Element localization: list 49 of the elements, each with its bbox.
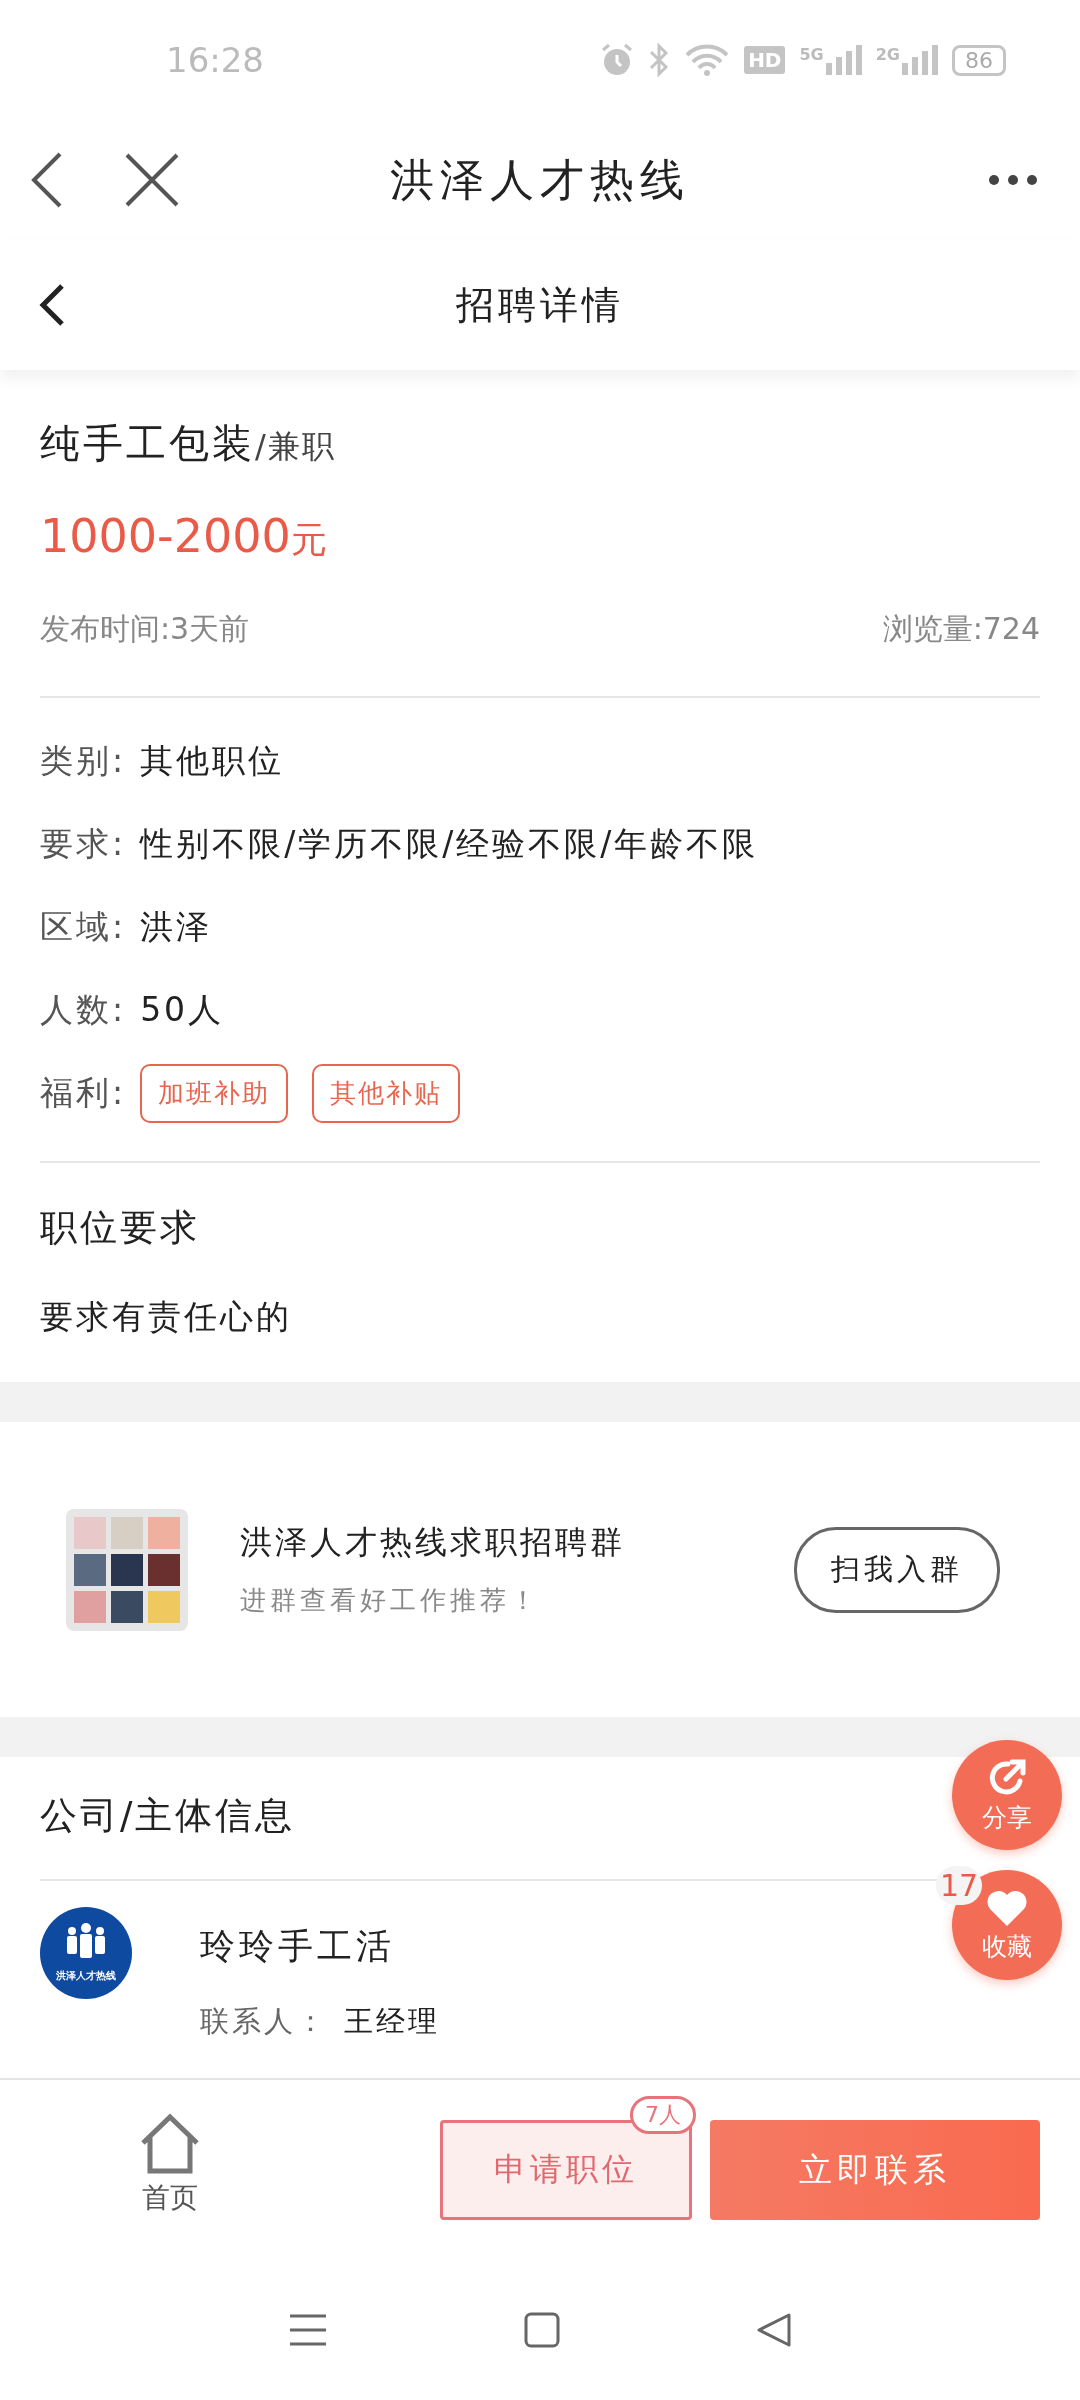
salary-unit: 元 bbox=[290, 518, 327, 562]
logo-text: 洪泽人才热线 bbox=[55, 1969, 117, 1983]
field-label: 类别: bbox=[40, 740, 127, 782]
requirement-text: 要求有责任心的 bbox=[40, 1296, 293, 1338]
wifi-icon bbox=[684, 43, 731, 77]
back-button[interactable] bbox=[38, 283, 66, 327]
home-tab[interactable]: 首页 bbox=[0, 2113, 340, 2217]
field-value: 其他职位 bbox=[140, 740, 285, 782]
share-button[interactable]: 分享 bbox=[952, 1740, 1062, 1850]
contact-button[interactable]: 立即联系 bbox=[710, 2120, 1040, 2220]
job-type: /兼职 bbox=[255, 426, 336, 467]
company-name: 玲玲手工活 bbox=[200, 1925, 396, 1968]
signal-icon bbox=[902, 45, 938, 75]
page-title: 招聘详情 bbox=[455, 281, 625, 329]
join-group-button[interactable]: 扫我入群 bbox=[794, 1526, 1000, 1613]
alarm-icon bbox=[600, 43, 635, 77]
more-button[interactable] bbox=[988, 174, 1038, 186]
field-value: 50人 bbox=[140, 989, 225, 1031]
group-subtitle: 进群查看好工作推荐！ bbox=[240, 1584, 541, 1617]
field-label: 要求: bbox=[40, 823, 127, 865]
count-badge: 17 bbox=[936, 1866, 983, 1905]
job-title: 纯手工包装 bbox=[40, 419, 255, 468]
field-value: 性别不限/学历不限/经验不限/年龄不限 bbox=[140, 823, 759, 865]
field-value: 洪泽 bbox=[140, 906, 213, 948]
salary-range: 1000-2000 bbox=[40, 509, 291, 563]
section-title: 职位要求 bbox=[40, 1205, 201, 1251]
contact-label: 联系人： bbox=[200, 2003, 328, 2040]
battery-indicator: 86 bbox=[952, 44, 1006, 76]
view-count: 浏览量:724 bbox=[882, 610, 1040, 648]
network-label: 5G bbox=[799, 45, 824, 64]
benefit-tag: 加班补助 bbox=[140, 1064, 289, 1123]
contact-name: 王经理 bbox=[344, 2003, 440, 2040]
post-time: 发布时间:3天前 bbox=[40, 610, 250, 648]
applicant-count: 7人 bbox=[630, 2096, 696, 2134]
app-title: 洪泽人才热线 bbox=[389, 152, 691, 207]
group-name: 洪泽人才热线求职招聘群 bbox=[240, 1522, 626, 1563]
signal-icon bbox=[825, 45, 862, 75]
close-button[interactable] bbox=[124, 152, 180, 208]
home-button[interactable] bbox=[524, 2312, 560, 2348]
hd-indicator: HD bbox=[744, 46, 786, 74]
home-icon bbox=[139, 2113, 201, 2175]
benefit-tag: 其他补贴 bbox=[312, 1064, 461, 1123]
field-label: 区域: bbox=[40, 906, 127, 948]
bluetooth-icon bbox=[648, 42, 671, 78]
status-time: 16:28 bbox=[166, 40, 264, 80]
network-label: 2G bbox=[875, 45, 900, 64]
menu-button[interactable] bbox=[288, 2313, 328, 2347]
field-label: 福利: bbox=[40, 1072, 127, 1114]
field-label: 人数: bbox=[40, 989, 127, 1031]
